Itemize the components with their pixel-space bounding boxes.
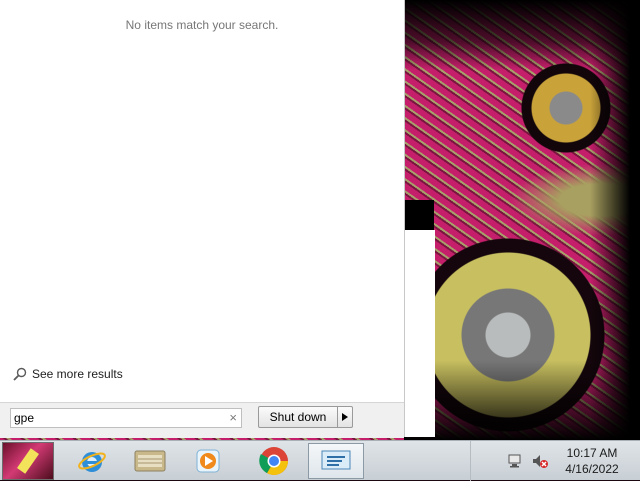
shutdown-split-button[interactable]: Shut down [258,406,353,428]
start-menu-right-column [404,0,435,437]
no-results-message: No items match your search. [125,18,279,32]
shutdown-options-arrow[interactable] [338,407,352,427]
chrome-icon [259,447,288,475]
internet-explorer-taskbar-button[interactable] [64,443,120,479]
taskbar-clock[interactable]: 10:17 AM 4/16/2022 [560,445,624,477]
remote-desktop-taskbar-button[interactable] [308,443,364,479]
clock-date: 4/16/2022 [565,462,619,476]
start-menu-right-pane [404,230,435,437]
triangle-right-icon [342,413,348,421]
start-button[interactable] [2,442,54,480]
user-picture-frame [404,200,434,230]
taskbar [0,440,640,481]
clock-time: 10:17 AM [566,446,618,460]
explorer-folder-icon [134,450,166,472]
start-search-input[interactable] [14,409,219,427]
chrome-taskbar-button[interactable] [246,443,302,479]
media-player-icon [196,449,220,473]
clear-search-icon[interactable]: × [229,410,237,426]
start-search-box[interactable]: × [10,408,242,428]
network-icon[interactable] [507,453,525,469]
see-more-results-link[interactable]: See more results [12,366,123,382]
file-explorer-taskbar-button[interactable] [122,443,178,479]
remote-desktop-icon [321,450,351,470]
start-menu: No items match your search. See more res… [0,0,405,438]
see-more-results-label: See more results [32,367,123,381]
wallpaper-shade-bottom [404,360,640,440]
internet-explorer-icon [78,452,106,472]
media-player-taskbar-button[interactable] [180,443,236,479]
magnifier-icon [13,367,27,381]
shutdown-button[interactable]: Shut down [259,407,338,427]
volume-muted-icon[interactable] [531,453,549,469]
